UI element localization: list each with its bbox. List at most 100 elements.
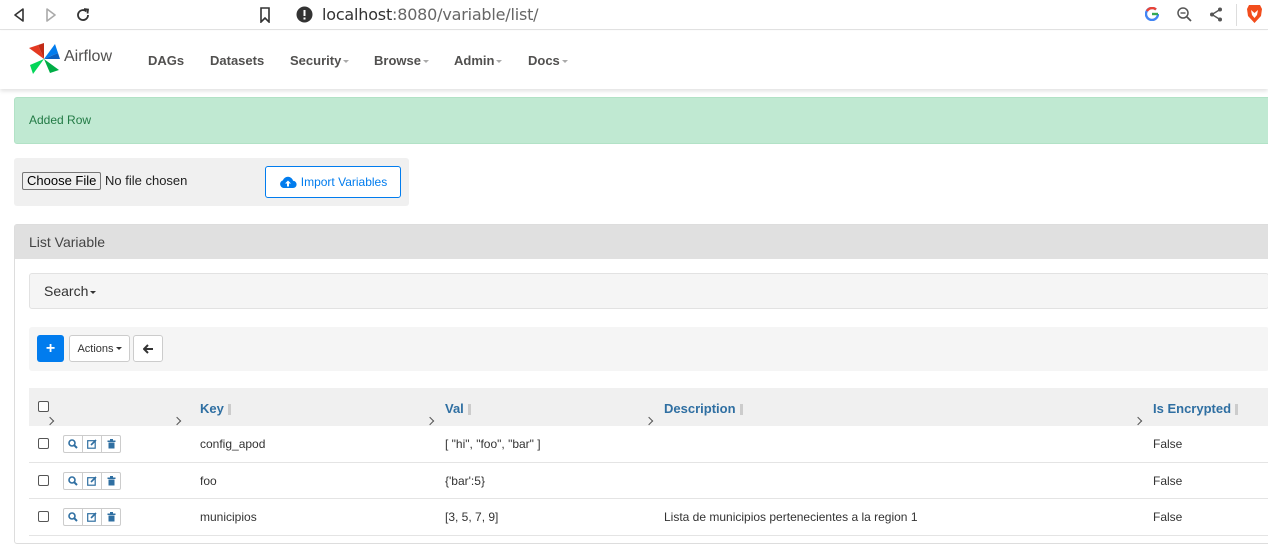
actions-label: Actions bbox=[77, 342, 114, 355]
variables-table: Key Val Description Is Encrypted config_… bbox=[29, 388, 1268, 536]
url-text: localhost:8080/variable/list/ bbox=[322, 5, 539, 24]
bookmark-icon[interactable] bbox=[254, 4, 276, 26]
trash-icon bbox=[107, 439, 115, 449]
column-val-label: Val bbox=[445, 401, 464, 416]
zoom-icon[interactable] bbox=[1177, 7, 1192, 27]
nav-browse-label: Browse bbox=[374, 53, 421, 68]
show-record-button[interactable] bbox=[63, 508, 83, 526]
back-arrow-icon[interactable] bbox=[8, 4, 30, 26]
chevron-down-icon bbox=[115, 347, 122, 350]
trash-icon bbox=[107, 475, 115, 485]
panel-title-text: List Variable bbox=[29, 234, 106, 250]
back-button[interactable] bbox=[133, 335, 163, 362]
cell-val: {'bar':5} bbox=[445, 473, 485, 488]
info-icon[interactable] bbox=[296, 6, 313, 28]
search-dropdown[interactable]: Search bbox=[44, 283, 97, 299]
cell-key: foo bbox=[200, 473, 217, 488]
choose-file-button[interactable]: Choose File bbox=[22, 172, 102, 190]
cell-is-encrypted: False bbox=[1153, 473, 1183, 488]
show-record-button[interactable] bbox=[63, 435, 83, 453]
search-icon bbox=[68, 475, 78, 486]
url-path: :8080/variable/list/ bbox=[392, 5, 539, 24]
chevron-down-icon bbox=[343, 60, 350, 64]
row-checkbox[interactable] bbox=[38, 474, 49, 486]
column-description-label: Description bbox=[664, 401, 736, 416]
table-header: Key Val Description Is Encrypted bbox=[29, 388, 1268, 426]
list-variable-panel: List Variable Search + Actions Key Val D… bbox=[14, 224, 1268, 544]
google-icon[interactable] bbox=[1144, 6, 1160, 26]
plus-icon: + bbox=[45, 339, 56, 357]
column-resize-handle[interactable] bbox=[45, 416, 55, 426]
toolbar-divider bbox=[1236, 4, 1237, 26]
search-bar: Search bbox=[29, 273, 1268, 309]
file-status: No file chosen bbox=[105, 173, 188, 188]
row-actions bbox=[63, 435, 121, 453]
delete-record-button[interactable] bbox=[101, 508, 121, 526]
cell-val: [ "hi", "foo", "bar" ] bbox=[445, 437, 541, 451]
brave-icon[interactable] bbox=[1246, 4, 1263, 29]
nav-dags[interactable]: DAGs bbox=[148, 53, 184, 68]
arrow-left-icon bbox=[142, 343, 153, 354]
import-button-label: Import Variables bbox=[300, 175, 388, 189]
cell-key: config_apod bbox=[200, 437, 266, 451]
column-is-encrypted[interactable]: Is Encrypted bbox=[1153, 401, 1239, 416]
actions-dropdown[interactable]: Actions bbox=[69, 335, 130, 362]
address-bar[interactable]: localhost:8080/variable/list/ bbox=[288, 2, 1260, 28]
delete-record-button[interactable] bbox=[101, 435, 121, 453]
search-icon bbox=[68, 439, 78, 449]
search-label: Search bbox=[44, 283, 89, 299]
forward-arrow-icon[interactable] bbox=[40, 4, 62, 26]
url-host: localhost bbox=[322, 5, 393, 24]
chevron-down-icon bbox=[561, 60, 568, 64]
import-form: Choose File No file chosen Import Variab… bbox=[14, 158, 409, 206]
edit-icon bbox=[87, 475, 97, 486]
nav-datasets[interactable]: Datasets bbox=[210, 53, 264, 68]
select-all-checkbox[interactable] bbox=[38, 401, 49, 412]
reload-icon[interactable] bbox=[72, 4, 94, 26]
row-actions bbox=[63, 508, 121, 526]
table-row: municipios [3, 5, 7, 9] Lista de municip… bbox=[29, 499, 1268, 536]
alert-message: Added Row bbox=[29, 113, 92, 127]
column-key[interactable]: Key bbox=[200, 401, 231, 416]
edit-record-button[interactable] bbox=[82, 471, 102, 490]
chevron-down-icon bbox=[90, 290, 97, 294]
column-resize-handle[interactable] bbox=[1133, 416, 1143, 426]
show-record-button[interactable] bbox=[63, 471, 83, 490]
airflow-logo-icon bbox=[29, 43, 60, 74]
import-variables-button[interactable]: Import Variables bbox=[265, 166, 401, 198]
share-icon[interactable] bbox=[1209, 7, 1223, 27]
edit-record-button[interactable] bbox=[82, 508, 102, 526]
airflow-navbar: Airflow DAGs Datasets Security Browse Ad… bbox=[0, 31, 1268, 89]
nav-browse[interactable]: Browse bbox=[374, 53, 429, 68]
column-key-label: Key bbox=[200, 401, 224, 416]
column-resize-handle[interactable] bbox=[425, 416, 435, 426]
edit-record-button[interactable] bbox=[82, 435, 102, 453]
column-resize-handle[interactable] bbox=[644, 416, 654, 426]
cell-key: municipios bbox=[200, 510, 257, 524]
table-row: foo {'bar':5} False bbox=[29, 463, 1268, 499]
nav-dags-label: DAGs bbox=[148, 53, 185, 68]
trash-icon bbox=[107, 512, 115, 522]
list-toolbar: + Actions bbox=[29, 327, 1268, 371]
column-description[interactable]: Description bbox=[664, 401, 743, 416]
panel-title: List Variable bbox=[15, 225, 1268, 259]
row-checkbox[interactable] bbox=[38, 438, 49, 449]
nav-security[interactable]: Security bbox=[290, 53, 350, 68]
sort-icon bbox=[227, 404, 231, 416]
nav-datasets-label: Datasets bbox=[210, 53, 265, 68]
delete-record-button[interactable] bbox=[101, 471, 121, 490]
sort-icon bbox=[1235, 404, 1239, 416]
column-resize-handle[interactable] bbox=[172, 416, 182, 426]
row-checkbox[interactable] bbox=[38, 511, 49, 522]
column-val[interactable]: Val bbox=[445, 401, 471, 416]
cell-is-encrypted: False bbox=[1153, 510, 1183, 524]
brand-name: Airflow bbox=[64, 48, 113, 65]
brand-link[interactable]: Airflow bbox=[27, 42, 112, 76]
nav-docs[interactable]: Docs bbox=[528, 53, 568, 68]
add-record-button[interactable]: + bbox=[37, 335, 64, 362]
nav-admin-label: Admin bbox=[454, 53, 495, 68]
sort-icon bbox=[739, 404, 743, 416]
sort-icon bbox=[467, 404, 471, 416]
nav-admin[interactable]: Admin bbox=[454, 53, 503, 68]
chevron-down-icon bbox=[496, 60, 503, 64]
